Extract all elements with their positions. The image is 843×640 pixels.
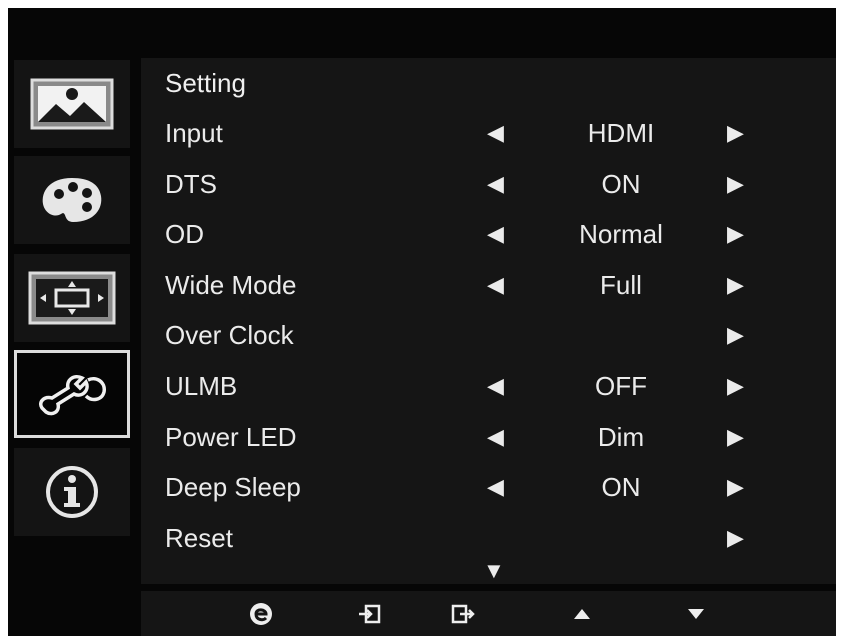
setting-label: Wide Mode xyxy=(165,269,297,300)
e-mode-button[interactable] xyxy=(246,599,276,629)
setting-value: Dim xyxy=(597,421,645,452)
enter-icon xyxy=(359,604,381,624)
decrease-arrow-icon[interactable]: ◀ xyxy=(487,171,504,197)
setting-value: Normal xyxy=(579,219,663,250)
setting-label: ULMB xyxy=(165,371,238,401)
increase-arrow-icon[interactable]: ▶ xyxy=(727,474,744,500)
decrease-arrow-icon[interactable]: ◀ xyxy=(487,424,504,450)
down-button[interactable] xyxy=(681,599,711,629)
wide-mode-icon xyxy=(28,271,116,325)
increase-arrow-icon[interactable]: ▶ xyxy=(727,424,744,450)
control-bar xyxy=(141,591,836,636)
decrease-arrow-icon[interactable]: ◀ xyxy=(487,120,504,146)
e-mode-icon xyxy=(250,603,272,625)
decrease-arrow-icon[interactable]: ◀ xyxy=(487,272,504,298)
wrench-icon xyxy=(39,375,106,416)
increase-arrow-icon[interactable]: ▶ xyxy=(727,120,744,146)
setting-value: ON xyxy=(601,472,641,503)
setting-label: Input xyxy=(165,118,223,148)
menu-title: Setting xyxy=(165,68,246,98)
increase-arrow-icon[interactable]: ▶ xyxy=(727,171,744,197)
info-icon xyxy=(46,466,98,518)
setting-label: OD xyxy=(165,219,204,250)
setting-value: OFF xyxy=(595,371,647,401)
increase-arrow-icon[interactable]: ▶ xyxy=(727,272,744,298)
decrease-arrow-icon[interactable]: ◀ xyxy=(487,474,504,500)
setting-label: Power LED xyxy=(165,421,297,452)
up-button[interactable] xyxy=(567,599,597,629)
setting-value: Full xyxy=(600,269,642,300)
setting-row-od[interactable]: OD ◀ Normal ▶ xyxy=(141,213,836,257)
setting-value: HDMI xyxy=(587,118,655,148)
increase-arrow-icon[interactable]: ▶ xyxy=(727,221,744,247)
input-button[interactable] xyxy=(354,599,384,629)
setting-row-reset[interactable]: Reset ▶ xyxy=(141,517,836,561)
osd-menu: Setting Input ◀ HDMI ▶ DTS ◀ ON ▶ OD ◀ Normal ▶ Wide… xyxy=(8,8,836,636)
triangle-down-icon xyxy=(688,609,704,619)
setting-label: Deep Sleep xyxy=(165,472,301,503)
increase-arrow-icon[interactable]: ▶ xyxy=(727,525,744,551)
display-tab[interactable] xyxy=(14,254,130,342)
info-tab[interactable] xyxy=(14,448,130,536)
setting-label: Reset xyxy=(165,522,233,553)
decrease-arrow-icon[interactable]: ◀ xyxy=(487,373,504,399)
setting-row-input[interactable]: Input ◀ HDMI ▶ xyxy=(141,112,836,156)
exit-button[interactable] xyxy=(448,599,478,629)
scroll-down-indicator: ▼ xyxy=(483,558,505,583)
setting-row-wide-mode[interactable]: Wide Mode ◀ Full ▶ xyxy=(141,264,836,308)
setting-row-deep-sleep[interactable]: Deep Sleep ◀ ON ▶ xyxy=(141,466,836,510)
picture-tab[interactable] xyxy=(14,60,130,148)
triangle-up-icon xyxy=(574,609,590,619)
settings-panel: Setting Input ◀ HDMI ▶ DTS ◀ ON ▶ OD ◀ Normal ▶ Wide… xyxy=(141,58,836,584)
palette-icon xyxy=(42,178,102,222)
increase-arrow-icon[interactable]: ▶ xyxy=(727,322,744,348)
picture-icon xyxy=(30,78,114,130)
setting-label: Over Clock xyxy=(165,320,294,351)
setting-row-power-led[interactable]: Power LED ◀ Dim ▶ xyxy=(141,416,836,460)
setting-row-ulmb[interactable]: ULMB ◀ OFF ▶ xyxy=(141,365,836,409)
setting-row-over-clock[interactable]: Over Clock ▶ xyxy=(141,314,836,358)
decrease-arrow-icon[interactable]: ◀ xyxy=(487,221,504,247)
increase-arrow-icon[interactable]: ▶ xyxy=(727,373,744,399)
setting-value: ON xyxy=(601,168,641,199)
setting-label: DTS xyxy=(165,168,217,199)
setting-row-dts[interactable]: DTS ◀ ON ▶ xyxy=(141,163,836,207)
color-tab[interactable] xyxy=(14,156,130,244)
setting-tab[interactable] xyxy=(14,350,130,438)
exit-icon xyxy=(451,604,475,624)
